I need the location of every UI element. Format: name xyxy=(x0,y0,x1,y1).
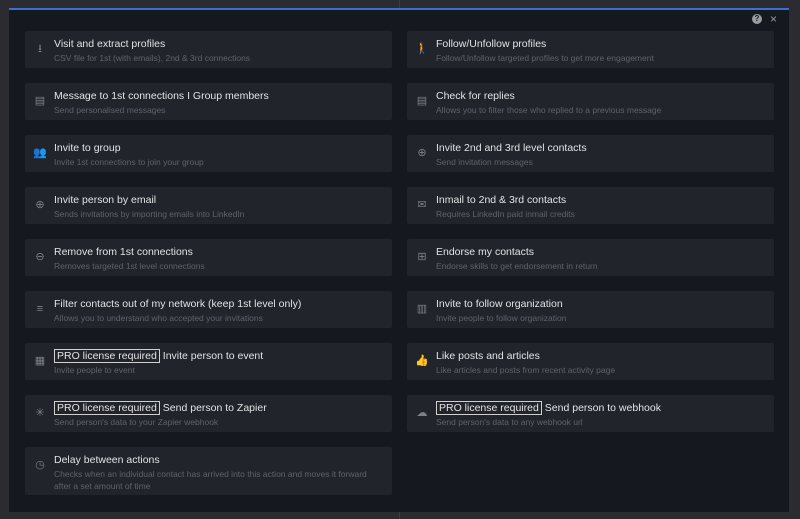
timer-icon: ◷ xyxy=(35,459,45,471)
action-subtitle: Requires LinkedIn paid inmail credits xyxy=(436,209,575,219)
action-card[interactable]: ✳ PRO license required Send person to Zap… xyxy=(25,395,392,432)
action-subtitle: Removes targeted 1st level connections xyxy=(54,261,205,271)
action-title: Invite to group xyxy=(54,142,121,154)
message-icon: ▤ xyxy=(34,95,46,107)
action-title-text: Send person to Zapier xyxy=(162,402,267,414)
action-card[interactable]: ◷ Delay between actions Checks when an i… xyxy=(25,447,392,495)
pro-badge: PRO license required xyxy=(54,401,160,415)
action-title-text: Follow/Unfollow profiles xyxy=(436,38,547,50)
action-card[interactable]: ⊕ Invite person by email Sends invitatio… xyxy=(25,187,392,224)
plus-box-icon: ⊞ xyxy=(417,251,427,263)
action-card[interactable]: ▥ Invite to follow organization Invite p… xyxy=(407,291,774,328)
action-subtitle: Send person's data to your Zapier webhoo… xyxy=(54,417,219,427)
action-title-text: Endorse my contacts xyxy=(436,246,535,258)
action-title: Filter contacts out of my network (keep … xyxy=(54,298,301,310)
action-subtitle: Like articles and posts from recent acti… xyxy=(436,365,616,375)
action-title-text: Inmail to 2nd & 3rd contacts xyxy=(436,194,567,206)
action-card[interactable]: ⊖ Remove from 1st connections Removes ta… xyxy=(25,239,392,276)
action-title: PRO license required Send person to webho… xyxy=(436,401,661,415)
action-subtitle: Send person's data to any webhook url xyxy=(436,417,583,427)
help-icon[interactable]: ? xyxy=(751,14,762,24)
action-card[interactable]: ☁ PRO license required Send person to web… xyxy=(407,395,774,432)
action-title: Invite 2nd and 3rd level contacts xyxy=(436,142,587,154)
close-icon[interactable]: × xyxy=(770,13,777,25)
action-title: PRO license required Invite person to eve… xyxy=(54,349,264,363)
action-subtitle: Send invitation messages xyxy=(436,157,533,167)
action-card[interactable]: ▦ PRO license required Invite person to e… xyxy=(25,343,392,380)
action-subtitle: CSV file for 1st (with emails), 2nd & 3r… xyxy=(54,53,251,63)
action-title: Like posts and articles xyxy=(436,350,540,362)
action-title: Endorse my contacts xyxy=(436,246,534,258)
action-title: Visit and extract profiles xyxy=(54,38,165,50)
action-card[interactable]: ▤ Check for replies Allows you to filter… xyxy=(407,83,774,120)
action-title-text: Invite to group xyxy=(54,142,121,154)
person-remove-icon: ⊖ xyxy=(35,251,45,263)
action-title: Invite to follow organization xyxy=(436,298,563,310)
action-title: Invite person by email xyxy=(54,194,156,206)
action-subtitle: Endorse skills to get endorsement in ret… xyxy=(436,261,598,271)
group-icon: 👥 xyxy=(33,147,47,159)
action-title-text: Invite to follow organization xyxy=(436,298,563,310)
action-card[interactable]: 👥 Invite to group Invite 1st connections… xyxy=(25,135,392,172)
action-card[interactable]: ≡ Filter contacts out of my network (kee… xyxy=(25,291,392,328)
action-title-text: Visit and extract profiles xyxy=(54,38,166,50)
action-title: Delay between actions xyxy=(54,454,160,466)
action-title-text: Delay between actions xyxy=(54,454,160,466)
action-title: Remove from 1st connections xyxy=(54,246,193,258)
download-icon: ⭳ xyxy=(38,43,42,55)
mail-icon: ✉ xyxy=(417,199,427,211)
action-title: Inmail to 2nd & 3rd contacts xyxy=(436,194,566,206)
action-title: Follow/Unfollow profiles xyxy=(436,38,546,50)
filter-icon: ≡ xyxy=(36,303,44,315)
action-subtitle: Invite people to event xyxy=(54,365,135,375)
action-title: Message to 1st connections I Group membe… xyxy=(54,90,269,102)
action-title-text: Filter contacts out of my network (keep … xyxy=(54,298,302,310)
action-card[interactable]: ⊞ Endorse my contacts Endorse skills to … xyxy=(407,239,774,276)
replies-icon: ▤ xyxy=(416,95,428,107)
action-subtitle: Send personalised messages xyxy=(54,105,166,115)
action-subtitle: Follow/Unfollow targeted profiles to get… xyxy=(436,53,654,63)
action-card[interactable]: 👍 Like posts and articles Like articles … xyxy=(407,343,774,380)
action-title-text: Send person to webhook xyxy=(544,402,661,414)
action-card[interactable]: ▤ Message to 1st connections I Group mem… xyxy=(25,83,392,120)
action-subtitle: Allows you to filter those who replied t… xyxy=(436,105,662,115)
action-title-text: Invite 2nd and 3rd level contacts xyxy=(436,142,587,154)
action-card[interactable]: ⭳ Visit and extract profiles CSV file fo… xyxy=(25,31,392,68)
action-card[interactable]: 🚶 Follow/Unfollow profiles Follow/Unfoll… xyxy=(407,31,774,68)
calendar-icon: ▦ xyxy=(34,355,46,367)
action-title-text: Invite person by email xyxy=(54,194,157,206)
action-title-text: Remove from 1st connections xyxy=(54,246,193,258)
walk-icon: 🚶 xyxy=(415,43,429,55)
action-card[interactable]: ⊕ Invite 2nd and 3rd level contacts Send… xyxy=(407,135,774,172)
pro-badge: PRO license required xyxy=(54,349,160,363)
action-card[interactable]: ✉ Inmail to 2nd & 3rd contacts Requires … xyxy=(407,187,774,224)
thumbs-up-icon: 👍 xyxy=(415,355,429,367)
zapier-icon: ✳ xyxy=(35,407,45,419)
action-subtitle: Sends invitations by importing emails in… xyxy=(54,209,245,219)
action-title-text: Invite person to event xyxy=(162,350,264,362)
action-title: PRO license required Send person to Zapie… xyxy=(54,401,267,415)
person-add-icon: ⊕ xyxy=(35,199,45,211)
action-subtitle: Allows you to understand who accepted yo… xyxy=(54,313,263,323)
action-title-text: Check for replies xyxy=(436,90,515,102)
action-subtitle: Checks when an individual contact has ar… xyxy=(54,469,367,491)
action-subtitle: Invite 1st connections to join your grou… xyxy=(54,157,204,167)
cloud-upload-icon: ☁ xyxy=(416,407,428,419)
action-title: Check for replies xyxy=(436,90,515,102)
building-icon: ▥ xyxy=(416,303,428,315)
pro-badge: PRO license required xyxy=(436,401,542,415)
person-add-icon: ⊕ xyxy=(417,147,427,159)
actions-panel: ? × ⭳ Visit and extract profiles CSV fil… xyxy=(9,8,789,512)
action-title-text: Like posts and articles xyxy=(436,350,540,362)
action-title-text: Message to 1st connections I Group membe… xyxy=(54,90,269,102)
action-subtitle: Invite people to follow organization xyxy=(436,313,567,323)
